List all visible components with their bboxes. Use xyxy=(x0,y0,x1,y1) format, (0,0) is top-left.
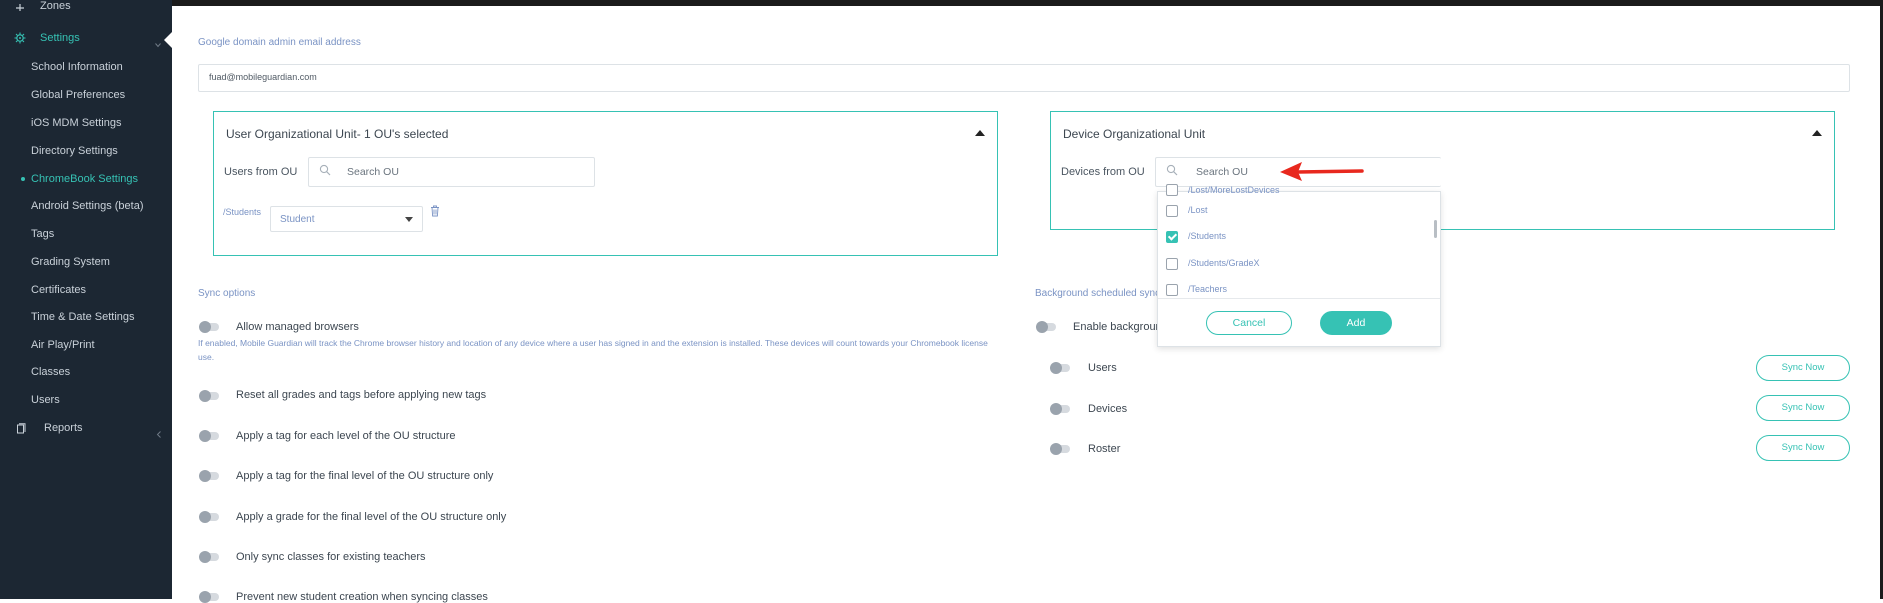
option-prevent-student-creation: Prevent new student creation when syncin… xyxy=(236,591,488,603)
dropdown-option-partial-top[interactable]: /Lost/MoreLostDevices xyxy=(1158,178,1440,198)
checkbox-checked[interactable] xyxy=(1166,231,1178,243)
sidebar-item-grading-system[interactable]: Grading System xyxy=(31,256,110,268)
toggle-allow-managed-browsers[interactable] xyxy=(199,321,219,333)
caret-down-icon xyxy=(405,217,413,222)
sidebar-item-tags[interactable]: Tags xyxy=(31,228,54,240)
user-ou-title: User Organizational Unit- 1 OU's selecte… xyxy=(226,127,449,141)
checkbox[interactable] xyxy=(1166,184,1178,196)
sidebar-item-air-play-print[interactable]: Air Play/Print xyxy=(31,339,95,351)
option-tag-final-level: Apply a tag for the final level of the O… xyxy=(236,470,494,482)
sidebar-item-settings[interactable]: Settings xyxy=(40,32,80,44)
toggle-tag-each-level[interactable] xyxy=(199,430,219,442)
cancel-button[interactable]: Cancel xyxy=(1206,311,1292,335)
device-ou-title: Device Organizational Unit xyxy=(1063,127,1206,141)
option-reset-grades-tags: Reset all grades and tags before applyin… xyxy=(236,389,487,401)
sidebar-item-reports[interactable]: Reports xyxy=(44,422,83,434)
sidebar-item-ios-mdm-settings[interactable]: iOS MDM Settings xyxy=(31,117,121,129)
sidebar: Zones Settings School Information Global… xyxy=(0,0,172,599)
gear-icon xyxy=(14,31,26,44)
sync-devices-label: Devices xyxy=(1088,403,1128,415)
search-icon xyxy=(319,164,331,176)
user-ou-panel: User Organizational Unit- 1 OU's selecte… xyxy=(213,111,998,256)
active-indicator-dot xyxy=(21,177,25,181)
selected-ou-path: /Students xyxy=(223,207,262,217)
admin-email-label: Google domain admin email address xyxy=(198,37,361,48)
admin-email-field[interactable]: fuad@mobileguardian.com xyxy=(198,64,1850,92)
sync-roster-label: Roster xyxy=(1088,443,1121,455)
option-label: /Students/GradeX xyxy=(1188,258,1260,268)
add-button[interactable]: Add xyxy=(1320,311,1392,335)
chevron-up-icon[interactable] xyxy=(1812,130,1822,136)
window-top-bar xyxy=(0,0,1883,6)
location-icon xyxy=(14,0,26,11)
role-select[interactable]: Student xyxy=(270,206,423,232)
option-label: /Students xyxy=(1188,231,1227,241)
sidebar-item-time-date-settings[interactable]: Time & Date Settings xyxy=(31,311,135,323)
sidebar-item-classes[interactable]: Classes xyxy=(31,366,70,378)
sync-now-devices-button[interactable]: Sync Now xyxy=(1756,395,1850,421)
toggle-grade-final-level[interactable] xyxy=(199,511,219,523)
sidebar-active-notch xyxy=(164,31,173,49)
devices-from-ou-label: Devices from OU xyxy=(1061,166,1145,178)
toggle-sync-existing-teachers[interactable] xyxy=(199,551,219,563)
chevron-left-icon[interactable] xyxy=(156,425,162,438)
sidebar-item-android-settings[interactable]: Android Settings (beta) xyxy=(31,200,144,212)
sidebar-item-zones[interactable]: Zones xyxy=(40,0,71,12)
toggle-sync-roster[interactable] xyxy=(1050,443,1070,455)
dropdown-option-students[interactable]: /Students xyxy=(1158,224,1440,250)
sync-now-roster-button[interactable]: Sync Now xyxy=(1756,435,1850,461)
toggle-sync-devices[interactable] xyxy=(1050,403,1070,415)
option-allow-managed-browsers: Allow managed browsers xyxy=(236,321,359,333)
device-ou-search-placeholder: Search OU xyxy=(1196,166,1248,178)
dropdown-scrollbar[interactable] xyxy=(1434,220,1437,238)
checkbox[interactable] xyxy=(1166,205,1178,217)
trash-icon[interactable] xyxy=(430,204,440,217)
option-label: /Lost/MoreLostDevices xyxy=(1188,185,1280,195)
toggle-enable-background-sync[interactable] xyxy=(1036,321,1056,333)
sidebar-item-global-preferences[interactable]: Global Preferences xyxy=(31,89,125,101)
checkbox[interactable] xyxy=(1166,258,1178,270)
admin-email-value: fuad@mobileguardian.com xyxy=(209,72,317,82)
reports-icon xyxy=(16,422,26,434)
sidebar-item-school-information[interactable]: School Information xyxy=(31,61,123,73)
sidebar-item-users[interactable]: Users xyxy=(31,394,60,406)
option-label: /Teachers xyxy=(1188,284,1228,294)
option-label: /Lost xyxy=(1188,205,1208,215)
dropdown-footer: Cancel Add xyxy=(1158,298,1440,347)
sidebar-item-certificates[interactable]: Certificates xyxy=(31,284,86,296)
toggle-prevent-student-creation[interactable] xyxy=(199,591,219,603)
user-ou-search-placeholder: Search OU xyxy=(347,166,399,178)
dropdown-option-partial-bottom[interactable]: /Teachers xyxy=(1158,277,1440,297)
users-from-ou-label: Users from OU xyxy=(224,166,298,178)
sidebar-item-chromebook-settings[interactable]: ChromeBook Settings xyxy=(31,173,138,185)
toggle-reset-grades-tags[interactable] xyxy=(199,390,219,402)
chevron-up-icon[interactable] xyxy=(975,130,985,136)
ou-dropdown: /Lost/MoreLostDevices /Lost /Students /S… xyxy=(1157,184,1441,347)
search-icon xyxy=(1166,164,1178,176)
background-sync-title: Background scheduled sync xyxy=(1035,288,1161,299)
user-ou-search-input[interactable]: Search OU xyxy=(308,157,595,187)
option-tag-each-level: Apply a tag for each level of the OU str… xyxy=(236,430,456,442)
toggle-tag-final-level[interactable] xyxy=(199,470,219,482)
toggle-sync-users[interactable] xyxy=(1050,362,1070,374)
managed-browsers-help: If enabled, Mobile Guardian will track t… xyxy=(198,338,988,362)
sidebar-item-directory-settings[interactable]: Directory Settings xyxy=(31,145,118,157)
dropdown-option-students-gradex[interactable]: /Students/GradeX xyxy=(1158,251,1440,277)
dropdown-option-lost[interactable]: /Lost xyxy=(1158,198,1440,224)
option-grade-final-level: Apply a grade for the final level of the… xyxy=(236,511,507,523)
sync-users-label: Users xyxy=(1088,362,1117,374)
checkbox[interactable] xyxy=(1166,284,1178,296)
sync-now-users-button[interactable]: Sync Now xyxy=(1756,355,1850,381)
sync-options-title: Sync options xyxy=(198,288,256,299)
role-select-value: Student xyxy=(280,214,315,225)
chevron-down-icon[interactable] xyxy=(155,35,161,48)
option-sync-existing-teachers: Only sync classes for existing teachers xyxy=(236,551,426,563)
